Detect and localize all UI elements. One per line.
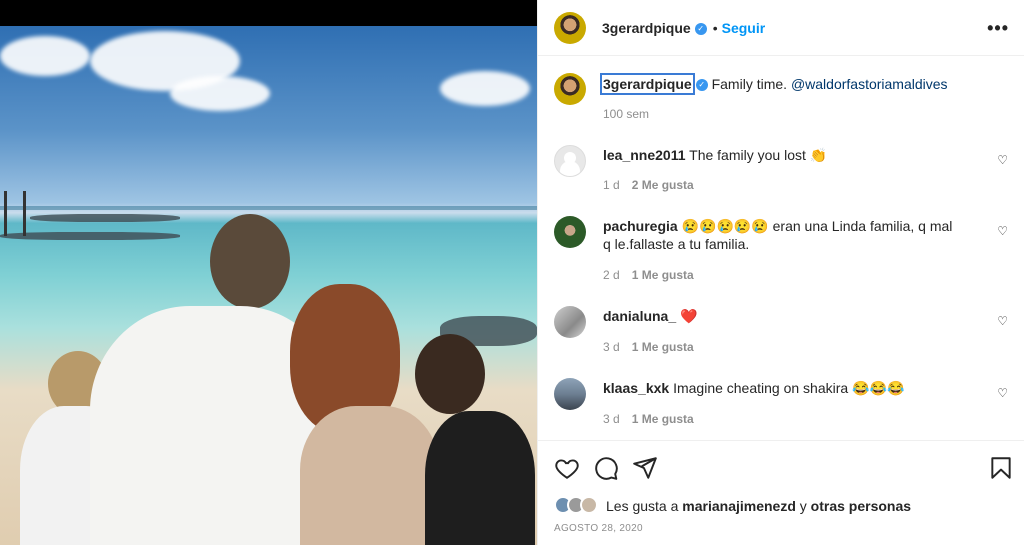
post-media[interactable] bbox=[0, 0, 537, 545]
likes-user[interactable]: marianajimenezd bbox=[682, 498, 796, 514]
post-details-panel: 3gerardpique ✓ • Seguir ••• 3gerardpique ✓ F… bbox=[537, 0, 1024, 545]
caption-body: Family time. bbox=[711, 76, 788, 92]
author-row: 3gerardpique ✓ • Seguir bbox=[602, 20, 765, 36]
save-icon[interactable] bbox=[988, 455, 1014, 481]
comment-time[interactable]: 3 d bbox=[603, 340, 620, 354]
cloud bbox=[440, 71, 530, 106]
separator-dot: • bbox=[712, 20, 718, 36]
comment-likes[interactable]: 2 Me gusta bbox=[632, 178, 694, 192]
breakwater bbox=[30, 214, 180, 222]
post-date[interactable]: AGOSTO 28, 2020 bbox=[554, 523, 643, 534]
likes-others[interactable]: otras personas bbox=[811, 498, 911, 514]
share-icon[interactable] bbox=[632, 455, 658, 481]
comment-meta: 2 d 1 Me gusta bbox=[603, 268, 694, 282]
like-heart-icon[interactable] bbox=[554, 455, 580, 481]
caption-username[interactable]: 3gerardpique bbox=[600, 73, 695, 95]
caption-mention[interactable]: @waldorfastoriamaldives bbox=[791, 76, 948, 92]
horizon bbox=[0, 206, 537, 210]
comment-like-icon[interactable]: ♡ bbox=[997, 386, 1008, 400]
comment-body: ❤️ bbox=[680, 308, 698, 324]
comment-likes[interactable]: 1 Me gusta bbox=[632, 412, 694, 426]
cloud bbox=[170, 76, 270, 111]
author-avatar[interactable] bbox=[554, 73, 586, 105]
comment-username[interactable]: lea_nne2011 bbox=[603, 147, 686, 163]
author-avatar[interactable] bbox=[554, 12, 586, 44]
commenter-avatar[interactable] bbox=[554, 145, 586, 177]
comment-meta: 3 d 1 Me gusta bbox=[603, 340, 694, 354]
comment-icon[interactable] bbox=[593, 455, 619, 481]
comment-meta: 3 d 1 Me gusta bbox=[603, 412, 694, 426]
comment-username[interactable]: pachuregia bbox=[603, 218, 678, 234]
comment-username[interactable]: klaas_kxk bbox=[603, 380, 669, 396]
likes-prefix: Les gusta a bbox=[606, 498, 679, 514]
action-bar: Les gusta a marianajimenezd y otras pers… bbox=[538, 440, 1024, 545]
verified-badge-icon: ✓ bbox=[695, 79, 708, 92]
comment-meta: 1 d 2 Me gusta bbox=[603, 178, 694, 192]
comment-likes[interactable]: 1 Me gusta bbox=[632, 340, 694, 354]
author-username[interactable]: 3gerardpique bbox=[602, 20, 691, 36]
breakwater bbox=[0, 232, 180, 240]
comment-body: The family you lost 👏 bbox=[689, 147, 828, 163]
comment-like-icon[interactable]: ♡ bbox=[997, 314, 1008, 328]
comment-like-icon[interactable]: ♡ bbox=[997, 224, 1008, 238]
comment-likes[interactable]: 1 Me gusta bbox=[632, 268, 694, 282]
commenter-avatar[interactable] bbox=[554, 216, 586, 248]
comment-text: klaas_kxk Imagine cheating on shakira 😂😂… bbox=[603, 379, 963, 397]
comment-username[interactable]: danialuna_ bbox=[603, 308, 676, 324]
likes-text: Les gusta a marianajimenezd y otras pers… bbox=[606, 498, 911, 514]
commenter-avatar[interactable] bbox=[554, 306, 586, 338]
comment-text: lea_nne2011 The family you lost 👏 bbox=[603, 146, 963, 164]
comment-time[interactable]: 3 d bbox=[603, 412, 620, 426]
comment-body: Imagine cheating on shakira 😂😂😂 bbox=[673, 380, 905, 396]
caption-time[interactable]: 100 sem bbox=[603, 107, 649, 121]
comment-time[interactable]: 2 d bbox=[603, 268, 620, 282]
caption-text: 3gerardpique ✓ Family time. @waldorfastor… bbox=[600, 73, 963, 95]
comment-time[interactable]: 1 d bbox=[603, 178, 620, 192]
lifeguard-tower bbox=[4, 191, 26, 236]
comment-like-icon[interactable]: ♡ bbox=[997, 153, 1008, 167]
commenter-avatar[interactable] bbox=[554, 378, 586, 410]
liker-avatar bbox=[580, 496, 598, 514]
comment-text: pachuregia 😢😢😢😢😢 eran una Linda familia,… bbox=[603, 217, 963, 253]
follow-button[interactable]: Seguir bbox=[722, 20, 766, 36]
likes-and: y bbox=[799, 498, 807, 514]
verified-badge-icon: ✓ bbox=[694, 23, 707, 36]
more-options-icon[interactable]: ••• bbox=[987, 18, 1009, 39]
comment-text: danialuna_ ❤️ bbox=[603, 307, 963, 325]
post-header: 3gerardpique ✓ • Seguir ••• bbox=[538, 0, 1024, 56]
cloud bbox=[0, 36, 90, 76]
post-photo[interactable] bbox=[0, 26, 537, 545]
